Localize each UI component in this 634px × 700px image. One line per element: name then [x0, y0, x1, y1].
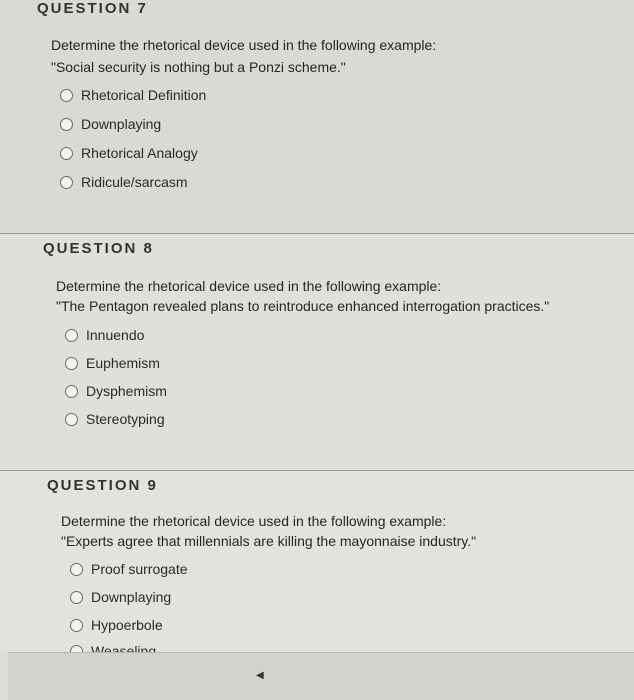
- question-header: QUESTION 8: [43, 240, 154, 257]
- option-label: Dysphemism: [86, 383, 167, 399]
- option-label: Downplaying: [91, 589, 172, 605]
- radio-button[interactable]: [60, 88, 73, 102]
- option-downplaying[interactable]: Downplaying: [60, 116, 161, 132]
- radio-button[interactable]: [60, 117, 73, 131]
- option-label: Ridicule/sarcasm: [81, 174, 188, 190]
- radio-button[interactable]: [60, 146, 73, 160]
- question-header: QUESTION 7: [37, 0, 148, 17]
- option-label: Weaseling: [91, 643, 157, 652]
- option-stereotyping[interactable]: Stereotyping: [65, 411, 165, 427]
- option-label: Rhetorical Analogy: [81, 145, 198, 161]
- option-euphemism[interactable]: Euphemism: [65, 355, 160, 371]
- bottom-panel: [8, 652, 634, 700]
- radio-button[interactable]: [70, 562, 83, 576]
- question-prompt: Determine the rhetorical device used in …: [61, 513, 447, 529]
- mouse-cursor-icon: ◀: [256, 670, 264, 681]
- option-label: Stereotyping: [86, 411, 165, 427]
- option-hyperbole[interactable]: Hypoerbole: [70, 617, 163, 633]
- question-7: QUESTION 7 Determine the rhetorical devi…: [0, 0, 634, 233]
- question-example: "Social security is nothing but a Ponzi …: [51, 59, 346, 75]
- option-rhetorical-definition[interactable]: Rhetorical Definition: [60, 87, 206, 103]
- option-proof-surrogate[interactable]: Proof surrogate: [70, 561, 188, 577]
- question-prompt: Determine the rhetorical device used in …: [51, 37, 437, 53]
- radio-button[interactable]: [70, 618, 83, 632]
- option-label: Euphemism: [86, 355, 160, 371]
- radio-button[interactable]: [65, 356, 78, 370]
- question-header: QUESTION 9: [47, 477, 158, 494]
- option-weaseling[interactable]: Weaseling: [70, 643, 156, 652]
- radio-button[interactable]: [70, 590, 83, 604]
- option-ridicule-sarcasm[interactable]: Ridicule/sarcasm: [60, 174, 188, 190]
- question-example: "Experts agree that millennials are kill…: [61, 533, 477, 549]
- option-label: Innuendo: [86, 327, 145, 343]
- question-example: "The Pentagon revealed plans to reintrod…: [56, 298, 550, 314]
- question-9: QUESTION 9 Determine the rhetorical devi…: [0, 471, 634, 652]
- question-8: QUESTION 8 Determine the rhetorical devi…: [0, 234, 634, 470]
- option-innuendo[interactable]: Innuendo: [65, 327, 144, 343]
- question-prompt: Determine the rhetorical device used in …: [56, 278, 442, 294]
- option-rhetorical-analogy[interactable]: Rhetorical Analogy: [60, 145, 198, 161]
- radio-button[interactable]: [65, 328, 78, 342]
- option-label: Hypoerbole: [91, 617, 163, 633]
- option-downplaying[interactable]: Downplaying: [70, 589, 171, 605]
- radio-button[interactable]: [65, 384, 78, 398]
- radio-button[interactable]: [65, 412, 78, 426]
- option-label: Downplaying: [81, 116, 162, 132]
- option-label: Proof surrogate: [91, 561, 188, 577]
- option-label: Rhetorical Definition: [81, 87, 207, 103]
- radio-button[interactable]: [70, 644, 83, 652]
- option-dysphemism[interactable]: Dysphemism: [65, 383, 167, 399]
- radio-button[interactable]: [60, 175, 73, 189]
